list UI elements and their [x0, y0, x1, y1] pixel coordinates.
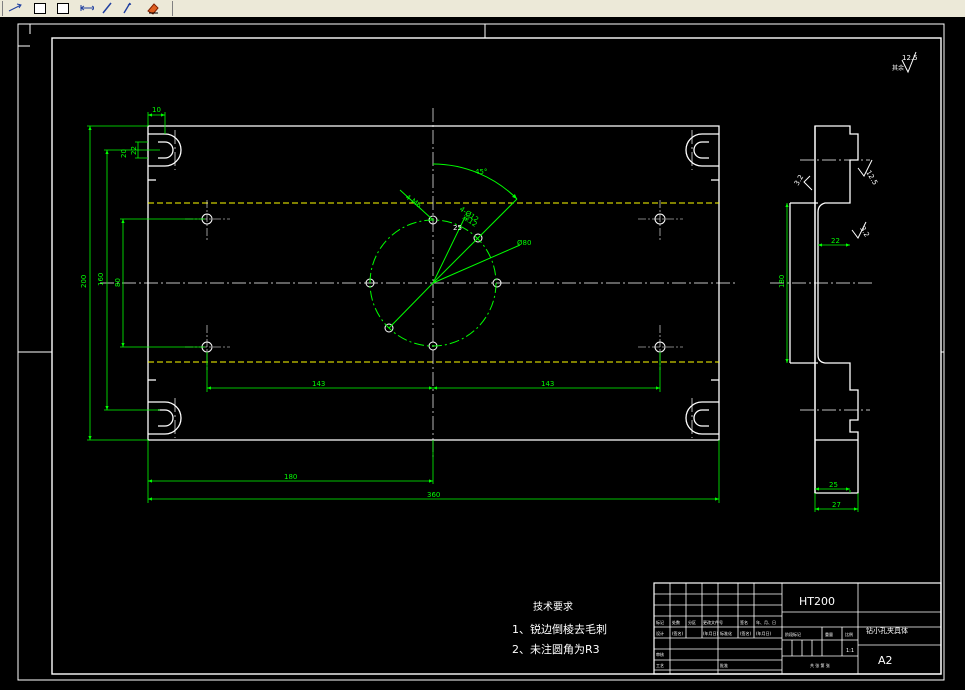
rough-side-c: 3.2 [858, 225, 870, 239]
front-view: 10 20 22 200 160 80 143 143 180 360 45° … [80, 106, 735, 503]
rectangle-alt-icon[interactable] [56, 1, 70, 15]
pencil-icon[interactable] [100, 1, 114, 15]
toolbar-separator [172, 1, 173, 16]
part-name: 钻小孔夹具体 [866, 626, 908, 635]
tb-count: 处数 [672, 619, 680, 625]
tb-design-sign: (签名) [672, 630, 684, 636]
toolbar-separator [2, 1, 3, 16]
tb-approve: 批准 [720, 662, 728, 668]
dim-side-depth-22: 22 [831, 237, 840, 245]
side-dimensions [785, 203, 859, 512]
rough-side-b: 3.2 [793, 173, 805, 187]
dimension-icon[interactable] [80, 1, 94, 15]
dim-side-bottom-25: 25 [829, 481, 838, 489]
roughness-value: 12.5 [902, 54, 918, 62]
tb-sheet: 共 张 第 张 [810, 662, 830, 668]
side-view: 180 22 25 27 12.5 3.2 3.2 [770, 125, 879, 512]
dim-total-360: 360 [427, 491, 440, 499]
pen-icon[interactable] [120, 1, 134, 15]
front-dimensions [87, 112, 720, 503]
notes-title: 技术要求 [533, 600, 573, 613]
tb-review: 审核 [656, 651, 664, 657]
cad-toolbar [0, 0, 965, 18]
center-lines [100, 108, 735, 458]
note-item-1: 1、锐边倒棱去毛刺 [512, 622, 607, 636]
tb-design: 设计 [656, 630, 664, 636]
rough-side-a: 12.5 [864, 169, 879, 187]
pcd-circle [369, 163, 521, 347]
dim-height-80: 80 [114, 278, 122, 287]
dim-right-143: 143 [541, 380, 554, 388]
dim-height-overall: 200 [80, 275, 88, 288]
tb-mark: 标记 [656, 619, 664, 625]
tb-change-doc: 更改文件号 [703, 619, 723, 625]
rough-25: 25 [453, 224, 462, 232]
tb-process: 工艺 [656, 663, 664, 668]
drawing-frame [17, 23, 945, 681]
material: HT200 [799, 595, 835, 608]
dim-side-height-180: 180 [778, 275, 786, 288]
note-item-2: 2、未注圆角为R3 [512, 642, 600, 656]
tb-standard: 标准化 [720, 630, 732, 636]
line-arrow-icon[interactable] [8, 1, 22, 15]
bolt-holes [185, 200, 683, 370]
tb-ratio: 比例 [845, 631, 853, 637]
tb-design-date: (年月日) [703, 630, 719, 636]
side-dimension-labels: 180 22 25 27 12.5 3.2 3.2 [778, 169, 879, 509]
dim-half-180: 180 [284, 473, 297, 481]
dim-pcd: Ø80 [517, 239, 531, 247]
dim-side-bottom-27: 27 [832, 501, 841, 509]
dim-top-width: 10 [152, 106, 161, 114]
roughness-symbol: 12.5 其余 [892, 51, 918, 74]
tb-signature: 签名 [740, 619, 748, 625]
eraser-icon[interactable] [146, 1, 160, 15]
tb-standard-date: (年月日) [756, 630, 772, 636]
dim-hole-label: 4-M6 [404, 193, 423, 210]
drawing-canvas[interactable]: 12.5 其余 10 20 22 200 160 80 143 143 180 … [0, 17, 965, 690]
dim-slot-b: 22 [130, 146, 138, 155]
technical-notes: 技术要求 1、锐边倒棱去毛刺 2、未注圆角为R3 [512, 600, 607, 656]
scale: 1:1 [846, 648, 854, 654]
dim-height-160: 160 [97, 273, 105, 286]
tb-stage: 阶段标记 [785, 631, 801, 637]
roughness-label: 其余 [892, 64, 904, 72]
tb-weight: 重量 [825, 631, 833, 637]
sheet-size: A2 [878, 654, 893, 667]
engineering-drawing: 12.5 其余 10 20 22 200 160 80 143 143 180 … [17, 23, 945, 681]
rectangle-icon[interactable] [33, 1, 47, 15]
tb-date: 年、月、日 [756, 619, 776, 625]
dim-slot-a: 20 [120, 149, 128, 158]
tb-zone: 分区 [688, 619, 696, 625]
dim-angle: 45° [475, 168, 487, 176]
tb-standard-sign: (签名) [740, 630, 752, 636]
dim-left-143: 143 [312, 380, 325, 388]
